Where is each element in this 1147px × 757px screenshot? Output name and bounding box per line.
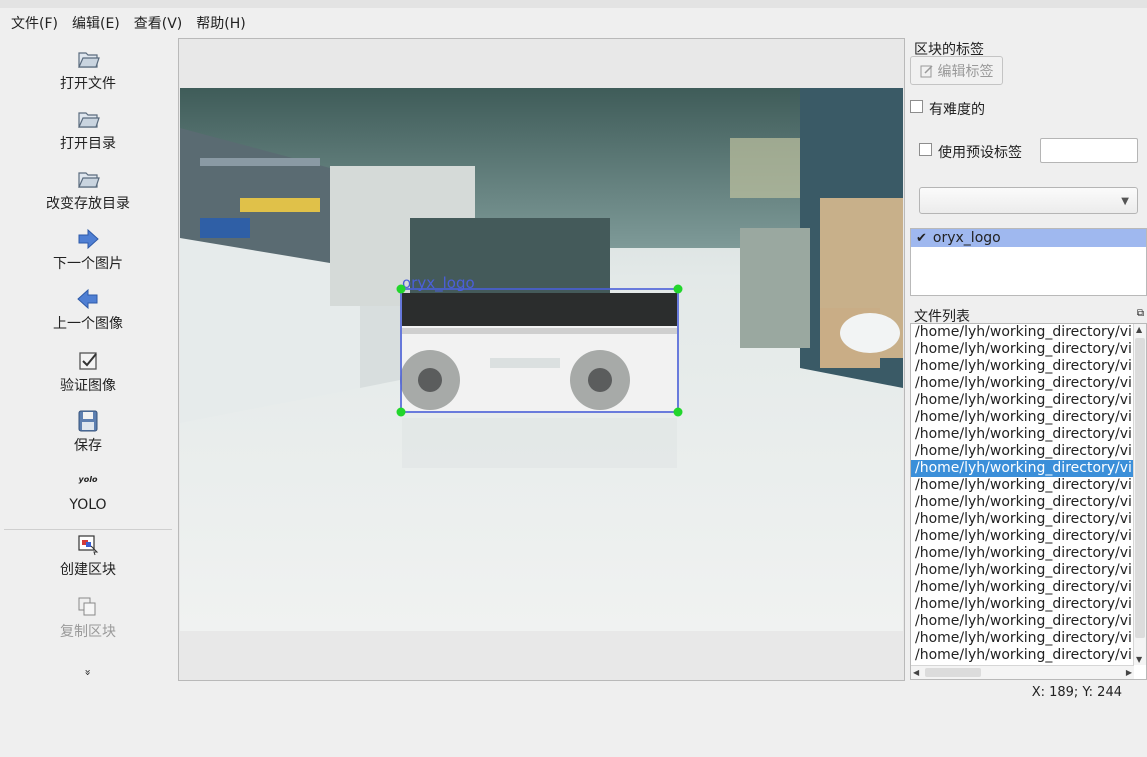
toolbar-separator <box>4 529 172 530</box>
prev-image-label: 上一个图像 <box>53 316 123 332</box>
image-canvas[interactable]: oryx_logo <box>178 38 905 681</box>
create-box-button[interactable]: 创建区块 <box>4 534 172 579</box>
file-list-item[interactable]: /home/lyh/working_directory/vi <box>911 511 1135 528</box>
file-list-item[interactable]: /home/lyh/working_directory/vi <box>911 647 1135 664</box>
checkbox-icon <box>79 352 97 370</box>
draw-box-icon <box>78 535 99 556</box>
verify-image-label: 验证图像 <box>60 378 116 394</box>
arrow-right-icon <box>78 228 99 250</box>
chevron-down-icon: ▼ <box>1121 196 1129 207</box>
yolo-button[interactable]: yolo YOLO <box>4 472 172 513</box>
window-title-strip <box>0 0 1147 8</box>
undock-icon[interactable]: ⧉ <box>1137 308 1144 319</box>
edit-label-text: 编辑标签 <box>937 63 994 80</box>
file-list-item[interactable]: /home/lyh/working_directory/vi <box>911 613 1135 630</box>
chevron-down-icon: » <box>81 669 95 676</box>
scrollbar-thumb[interactable] <box>1135 338 1145 638</box>
save-button[interactable]: 保存 <box>4 410 172 455</box>
file-list-item[interactable]: /home/lyh/working_directory/vi <box>911 392 1135 409</box>
change-save-dir-button[interactable]: 改变存放目录 <box>4 168 172 213</box>
folder-icon <box>78 172 100 188</box>
file-list-item[interactable]: /home/lyh/working_directory/vi <box>911 494 1135 511</box>
box-handle-top-left[interactable] <box>396 284 406 294</box>
prev-image-button[interactable]: 上一个图像 <box>4 288 172 333</box>
next-image-button[interactable]: 下一个图片 <box>4 228 172 273</box>
edit-icon <box>920 64 933 77</box>
right-panel: 区块的标签 编辑标签 有难度的 使用预设标签 ▼ ✔ oryx_logo 文件列… <box>909 38 1147 681</box>
scrollbar-thumb[interactable] <box>925 668 981 677</box>
save-label: 保存 <box>74 438 102 454</box>
label-item-text: oryx_logo <box>932 230 1001 246</box>
open-file-label: 打开文件 <box>60 76 116 92</box>
file-list[interactable]: /home/lyh/working_directory/vi/home/lyh/… <box>910 323 1147 680</box>
file-list-item[interactable]: /home/lyh/working_directory/vi <box>911 443 1135 460</box>
file-list-item[interactable]: /home/lyh/working_directory/vi <box>911 528 1135 545</box>
file-list-item[interactable]: /home/lyh/working_directory/vi <box>911 324 1135 341</box>
left-toolbar: 打开文件 打开目录 改变存放目录 下一个图片 上一个图像 验证图像 保存 yol… <box>4 38 172 680</box>
yolo-format-icon: yolo <box>78 475 98 484</box>
menu-file[interactable]: 文件(F) <box>4 9 65 37</box>
open-file-button[interactable]: 打开文件 <box>4 48 172 93</box>
scroll-right-icon[interactable]: ▶ <box>1126 668 1132 677</box>
default-label-input[interactable] <box>1040 138 1138 163</box>
label-checkbox[interactable]: ✔ <box>916 231 927 246</box>
difficult-checkbox[interactable] <box>910 100 923 113</box>
scroll-up-icon[interactable]: ▲ <box>1136 325 1142 334</box>
box-handle-top-right[interactable] <box>673 284 683 294</box>
yolo-label: YOLO <box>69 497 107 513</box>
file-list-item[interactable]: /home/lyh/working_directory/vi <box>911 358 1135 375</box>
menu-help[interactable]: 帮助(H) <box>189 9 252 37</box>
cursor-coordinates: X: 189; Y: 244 <box>1031 685 1122 700</box>
menu-bar: 文件(F) 编辑(E) 查看(V) 帮助(H) <box>0 8 1147 38</box>
arrow-left-icon <box>77 288 98 310</box>
verify-image-button[interactable]: 验证图像 <box>4 350 172 395</box>
toolbar-overflow-button[interactable]: » <box>82 589 95 757</box>
scroll-down-icon[interactable]: ▼ <box>1136 655 1142 664</box>
label-list-item[interactable]: ✔ oryx_logo <box>911 229 1146 247</box>
file-list-item[interactable]: /home/lyh/working_directory/vi <box>911 341 1135 358</box>
floppy-disk-icon <box>78 410 98 432</box>
open-dir-label: 打开目录 <box>60 136 116 152</box>
horizontal-scrollbar[interactable]: ◀ ▶ <box>911 665 1134 679</box>
file-list-item[interactable]: /home/lyh/working_directory/vi <box>911 460 1135 477</box>
label-list[interactable]: ✔ oryx_logo <box>910 228 1147 296</box>
menu-edit[interactable]: 编辑(E) <box>65 9 127 37</box>
annotated-photo[interactable]: oryx_logo <box>180 88 903 631</box>
file-list-item[interactable]: /home/lyh/working_directory/vi <box>911 426 1135 443</box>
folder-icon <box>78 112 100 128</box>
bounding-box-label: oryx_logo <box>402 274 475 293</box>
scroll-left-icon[interactable]: ◀ <box>913 668 919 677</box>
use-default-label-text: 使用预设标签 <box>938 145 1022 161</box>
menu-view[interactable]: 查看(V) <box>127 9 190 37</box>
label-combobox[interactable]: ▼ <box>919 187 1138 214</box>
box-handle-bottom-right[interactable] <box>673 407 683 417</box>
file-list-item[interactable]: /home/lyh/working_directory/vi <box>911 596 1135 613</box>
file-list-item[interactable]: /home/lyh/working_directory/vi <box>911 545 1135 562</box>
status-bar: X: 189; Y: 244 <box>0 681 1147 703</box>
file-list-item[interactable]: /home/lyh/working_directory/vi <box>911 630 1135 647</box>
box-handle-bottom-left[interactable] <box>396 407 406 417</box>
vertical-scrollbar[interactable]: ▲ ▼ <box>1133 324 1146 665</box>
create-box-label: 创建区块 <box>60 562 116 578</box>
use-default-label-checkbox[interactable] <box>919 143 932 156</box>
file-list-item[interactable]: /home/lyh/working_directory/vi <box>911 477 1135 494</box>
difficult-label: 有难度的 <box>929 102 985 118</box>
file-list-item[interactable]: /home/lyh/working_directory/vi <box>911 375 1135 392</box>
folder-icon <box>78 52 100 68</box>
open-dir-button[interactable]: 打开目录 <box>4 108 172 153</box>
file-list-item[interactable]: /home/lyh/working_directory/vi <box>911 562 1135 579</box>
file-list-item[interactable]: /home/lyh/working_directory/vi <box>911 579 1135 596</box>
file-list-item[interactable]: /home/lyh/working_directory/vi <box>911 409 1135 426</box>
change-save-dir-label: 改变存放目录 <box>46 196 130 212</box>
edit-label-button[interactable]: 编辑标签 <box>910 56 1003 85</box>
next-image-label: 下一个图片 <box>53 256 123 272</box>
